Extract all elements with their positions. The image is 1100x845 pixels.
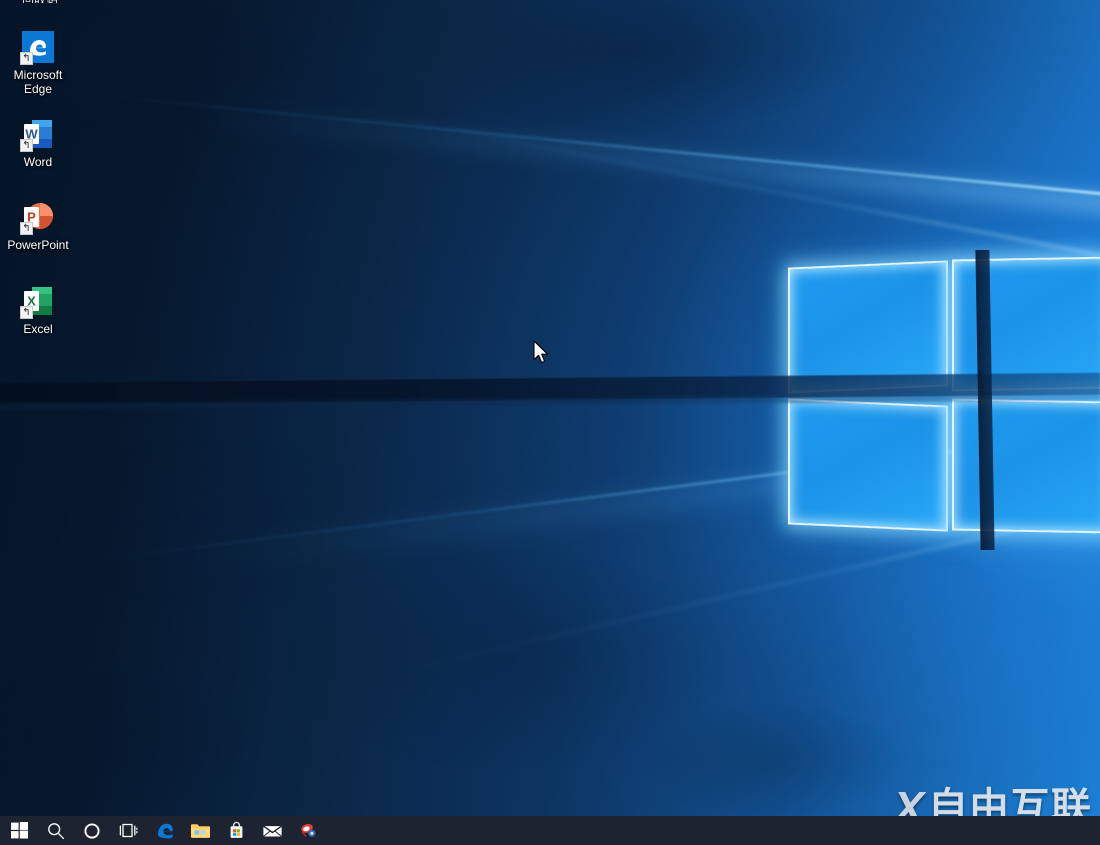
search-button[interactable] [38,816,74,845]
shortcut-overlay-icon: ↰ [20,52,33,65]
desktop-icon-excel[interactable]: X ↰ Excel [0,284,76,336]
desktop-icon-label-line2: Edge [23,82,53,96]
word-icon: W ↰ [20,117,55,152]
desktop-icon-label: Microsoft [13,68,63,82]
shortcut-overlay-icon: ↰ [20,306,33,319]
recycle-bin-partial-label: 回收站 [8,0,72,3]
powerpoint-icon: P ↰ [20,200,55,235]
pinned-app-button[interactable] [290,816,326,845]
taskbar [0,816,1100,845]
file-explorer-button[interactable] [182,816,218,845]
window-pane-bottom-left [788,398,948,532]
mouse-cursor [533,340,551,366]
shortcut-overlay-icon: ↰ [20,139,33,152]
microsoft-store-button[interactable] [218,816,254,845]
window-pane-top-right [952,256,1100,392]
edge-icon: ↰ [20,30,55,65]
desktop-icon-label: Excel [23,322,53,336]
mail-button[interactable] [254,816,290,845]
desktop-root: 回收站 ↰ Microsoft Edge [0,0,1100,845]
excel-icon: X ↰ [20,284,55,319]
task-view-button[interactable] [110,816,146,845]
desktop-icon-word[interactable]: W ↰ Word [0,117,76,169]
desktop-wallpaper [0,0,1100,845]
shortcut-overlay-icon: ↰ [20,222,33,235]
desktop-icon-label: Word [23,155,53,169]
taskbar-edge-button[interactable] [146,816,182,845]
start-button[interactable] [0,816,38,845]
desktop-icon-powerpoint[interactable]: P ↰ PowerPoint [0,200,76,252]
desktop-icon-microsoft-edge[interactable]: ↰ Microsoft Edge [0,30,76,96]
cortana-button[interactable] [74,816,110,845]
window-pane-bottom-right [952,398,1100,534]
desktop-icon-label: PowerPoint [7,238,69,252]
